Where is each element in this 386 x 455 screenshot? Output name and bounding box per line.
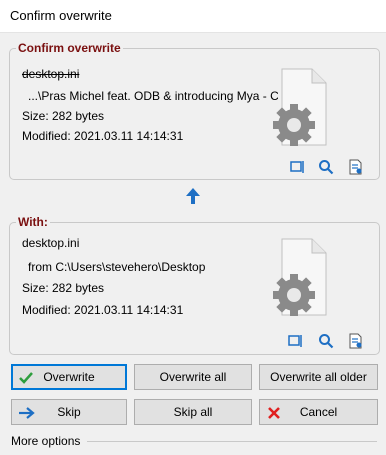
search-icon[interactable] [318,159,334,178]
title-bar: Confirm overwrite [0,0,386,33]
properties-icon[interactable] [348,159,364,178]
search-icon[interactable] [318,333,334,352]
incoming-tools [288,333,368,351]
overwrite-all-button[interactable]: Overwrite all [134,364,252,390]
cancel-button[interactable]: Cancel [259,399,378,425]
incoming-group-legend: With: [16,215,50,229]
incoming-path: from C:\Users\stevehero\Desktop [28,260,206,274]
overwrite-all-older-label: Overwrite all older [270,370,367,384]
overwrite-label: Overwrite [43,370,95,384]
overwrite-button[interactable]: Overwrite [11,364,127,390]
file-settings-icon [273,68,327,146]
divider [87,441,377,442]
properties-icon[interactable] [348,333,364,352]
checkmark-icon [18,370,34,389]
window-title: Confirm overwrite [10,8,112,23]
existing-tools [290,159,370,177]
overwrite-all-label: Overwrite all [159,370,227,384]
existing-size: Size: 282 bytes [22,109,105,123]
overwrite-all-older-button[interactable]: Overwrite all older [259,364,378,390]
skip-all-label: Skip all [173,405,213,419]
existing-group-legend: Confirm overwrite [16,41,123,55]
file-settings-icon [273,238,327,316]
cancel-label: Cancel [299,405,338,419]
incoming-modified: Modified: 2021.03.11 14:14:31 [22,303,184,317]
incoming-size: Size: 282 bytes [22,281,105,295]
incoming-file-group: With: desktop.ini from C:\Users\steveher… [9,215,380,355]
existing-filename: desktop.ini [22,67,80,81]
skip-label: Skip [57,405,81,419]
existing-modified: Modified: 2021.03.11 14:14:31 [22,129,184,143]
arrow-right-icon [18,405,36,424]
more-options-toggle[interactable]: More options [11,434,80,448]
existing-file-group: Confirm overwrite desktop.ini ...\Pras M… [9,41,380,180]
preview-icon[interactable] [288,333,304,352]
close-icon [266,405,282,424]
incoming-filename: desktop.ini [22,236,80,250]
skip-button[interactable]: Skip [11,399,127,425]
existing-path: ...\Pras Michel feat. ODB & introducing … [28,89,278,103]
arrow-up-icon [186,188,200,204]
preview-icon[interactable] [290,159,306,178]
skip-all-button[interactable]: Skip all [134,399,252,425]
